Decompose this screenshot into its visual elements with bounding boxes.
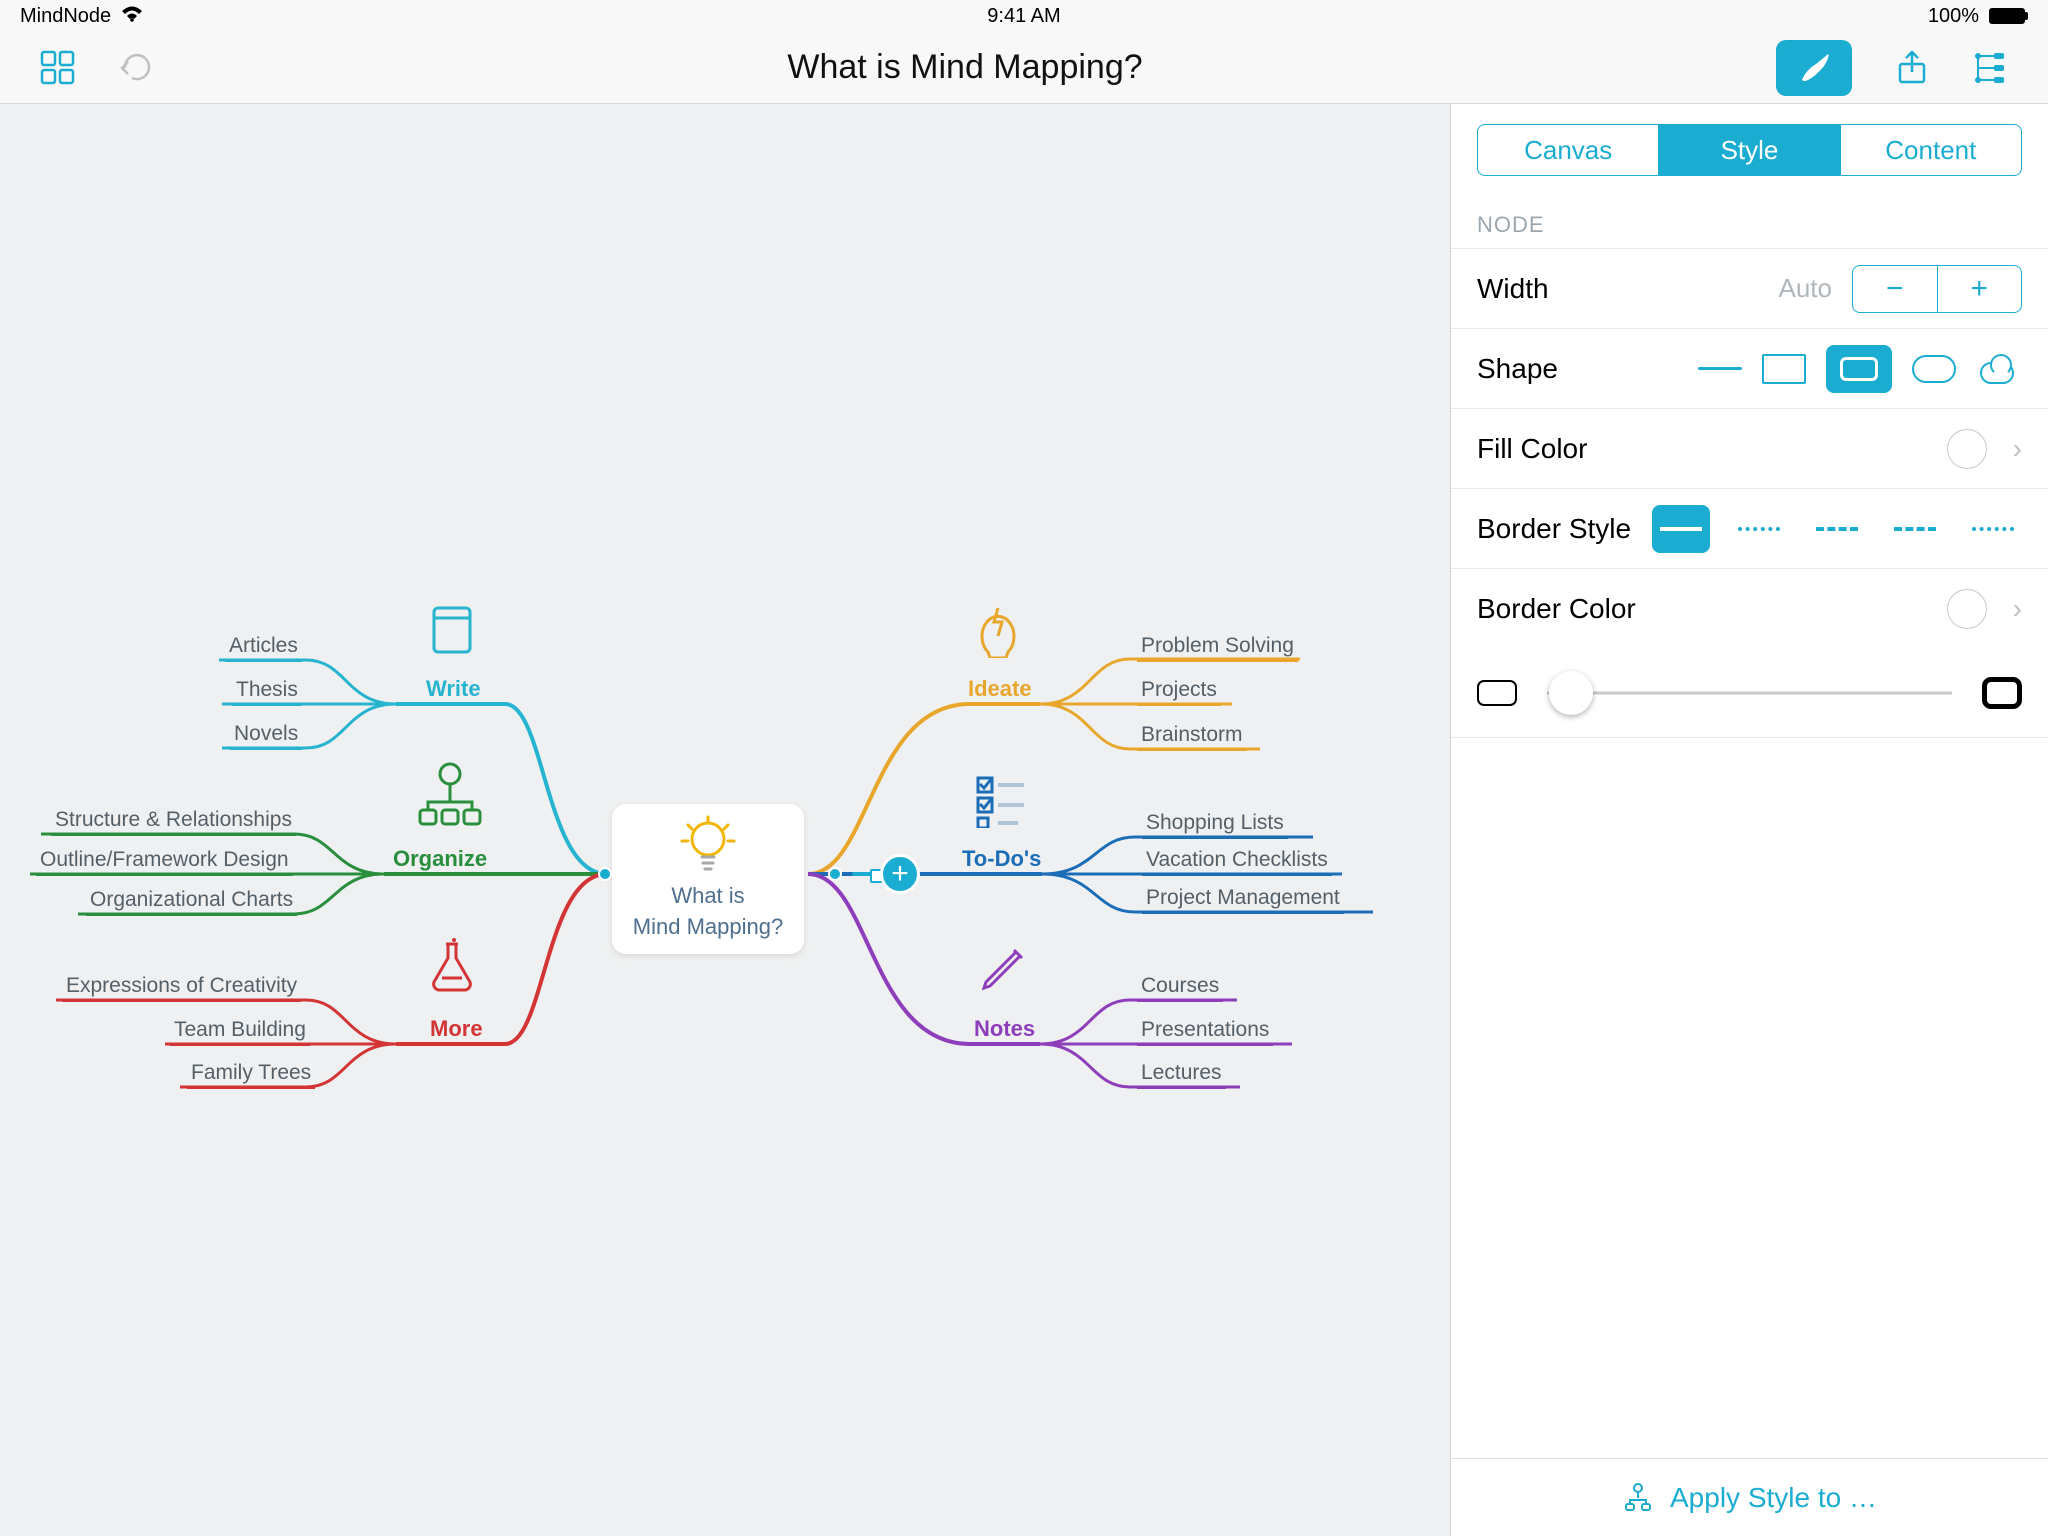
branch-organize-label[interactable]: Organize xyxy=(393,846,487,872)
wifi-icon xyxy=(121,5,143,28)
shape-cloud-option[interactable] xyxy=(1976,354,2022,384)
leaf-shopping[interactable]: Shopping Lists xyxy=(1142,809,1288,839)
right-handle-dot[interactable] xyxy=(828,867,842,881)
row-width: Width Auto − + xyxy=(1451,248,2048,328)
leaf-brainstorm[interactable]: Brainstorm xyxy=(1137,721,1247,751)
thickness-slider[interactable] xyxy=(1547,673,1952,713)
branch-more-label[interactable]: More xyxy=(430,1016,483,1042)
clock-label: 9:41 AM xyxy=(987,5,1060,28)
hierarchy-icon xyxy=(414,760,486,832)
toolbar: What is Mind Mapping? xyxy=(0,32,2048,104)
branch-notes-label[interactable]: Notes xyxy=(974,1016,1035,1042)
branch-ideate-label[interactable]: Ideate xyxy=(968,676,1032,702)
border-color-label: Border Color xyxy=(1477,593,1636,625)
checklist-icon xyxy=(974,772,1030,828)
border-style-label: Border Style xyxy=(1477,513,1631,545)
status-bar: MindNode 9:41 AM 100% xyxy=(0,0,2048,32)
leaf-orgcharts[interactable]: Organizational Charts xyxy=(86,886,297,916)
shape-label: Shape xyxy=(1477,353,1558,385)
border-dashed-option[interactable] xyxy=(1808,505,1866,553)
tab-content[interactable]: Content xyxy=(1840,125,2021,175)
add-node-button[interactable]: + xyxy=(880,854,920,894)
leaf-vacation[interactable]: Vacation Checklists xyxy=(1142,846,1332,876)
ideate-icon xyxy=(970,602,1026,658)
border-color-swatch xyxy=(1947,589,1987,629)
leaf-outline[interactable]: Outline/Framework Design xyxy=(36,846,293,876)
leaf-projects[interactable]: Projects xyxy=(1137,676,1221,706)
shape-rounded-option[interactable] xyxy=(1826,345,1892,393)
add-node-stub xyxy=(852,872,880,876)
style-brush-button[interactable] xyxy=(1776,40,1852,96)
apply-style-button[interactable]: Apply Style to … xyxy=(1451,1458,2048,1536)
documents-icon[interactable] xyxy=(40,50,76,86)
outline-icon[interactable] xyxy=(1972,50,2008,86)
leaf-project-mgmt[interactable]: Project Management xyxy=(1142,884,1344,914)
row-border-style: Border Style xyxy=(1451,488,2048,568)
chevron-right-icon: › xyxy=(2013,433,2022,465)
thick-border-icon xyxy=(1982,677,2022,709)
tab-style[interactable]: Style xyxy=(1658,125,1839,175)
border-longdash-option[interactable] xyxy=(1886,505,1944,553)
width-minus-button[interactable]: − xyxy=(1853,266,1937,312)
row-border-color[interactable]: Border Color › xyxy=(1451,568,2048,648)
lightbulb-icon xyxy=(678,815,738,875)
thin-border-icon xyxy=(1477,680,1517,706)
document-title: What is Mind Mapping? xyxy=(154,48,1776,87)
width-stepper: − + xyxy=(1852,265,2022,313)
leaf-structure[interactable]: Structure & Relationships xyxy=(51,806,296,836)
fill-color-swatch xyxy=(1947,429,1987,469)
border-wide-dotted-option[interactable] xyxy=(1964,505,2022,553)
leaf-teambuilding[interactable]: Team Building xyxy=(170,1016,310,1046)
battery-icon xyxy=(1989,8,2028,24)
shape-line-option[interactable] xyxy=(1698,367,1742,370)
branch-todos-label[interactable]: To-Do's xyxy=(962,846,1041,872)
border-dotted-option[interactable] xyxy=(1730,505,1788,553)
inspector-panel: Canvas Style Content NODE Width Auto − +… xyxy=(1450,104,2048,1536)
hierarchy-icon xyxy=(1622,1482,1654,1514)
mindmap-canvas[interactable]: What is Mind Mapping? + Ideate To-Do's N… xyxy=(0,104,1450,1536)
pencil-icon xyxy=(974,942,1030,998)
left-handle-dot[interactable] xyxy=(598,867,612,881)
tab-canvas[interactable]: Canvas xyxy=(1478,125,1658,175)
book-icon xyxy=(424,602,480,658)
leaf-problem-solving[interactable]: Problem Solving xyxy=(1137,632,1298,662)
leaf-lectures[interactable]: Lectures xyxy=(1137,1059,1226,1089)
shape-pill-option[interactable] xyxy=(1912,355,1956,383)
leaf-courses[interactable]: Courses xyxy=(1137,972,1223,1002)
row-fill-color[interactable]: Fill Color › xyxy=(1451,408,2048,488)
fill-color-label: Fill Color xyxy=(1477,433,1587,465)
section-node-header: NODE xyxy=(1451,196,2048,248)
branch-write-label[interactable]: Write xyxy=(426,676,481,702)
leaf-thesis[interactable]: Thesis xyxy=(232,676,302,706)
border-solid-option[interactable] xyxy=(1652,505,1710,553)
leaf-novels[interactable]: Novels xyxy=(230,720,302,750)
leaf-familytrees[interactable]: Family Trees xyxy=(187,1059,315,1089)
undo-icon[interactable] xyxy=(118,50,154,86)
battery-label: 100% xyxy=(1928,5,1979,28)
share-icon[interactable] xyxy=(1894,50,1930,86)
width-plus-button[interactable]: + xyxy=(1937,266,2022,312)
shape-rect-option[interactable] xyxy=(1762,354,1806,384)
leaf-presentations[interactable]: Presentations xyxy=(1137,1016,1273,1046)
inspector-tabs: Canvas Style Content xyxy=(1477,124,2022,176)
central-node[interactable]: What is Mind Mapping? xyxy=(612,804,804,954)
row-border-thickness xyxy=(1451,648,2048,738)
central-node-line2: Mind Mapping? xyxy=(633,912,783,943)
width-value: Auto xyxy=(1779,273,1833,304)
app-name-label: MindNode xyxy=(20,5,111,28)
central-node-line1: What is xyxy=(671,881,744,912)
apply-style-label: Apply Style to … xyxy=(1670,1482,1877,1514)
flask-icon xyxy=(424,938,480,994)
row-shape: Shape xyxy=(1451,328,2048,408)
leaf-creativity[interactable]: Expressions of Creativity xyxy=(62,972,301,1002)
width-label: Width xyxy=(1477,273,1549,305)
chevron-right-icon: › xyxy=(2013,593,2022,625)
leaf-articles[interactable]: Articles xyxy=(225,632,302,662)
